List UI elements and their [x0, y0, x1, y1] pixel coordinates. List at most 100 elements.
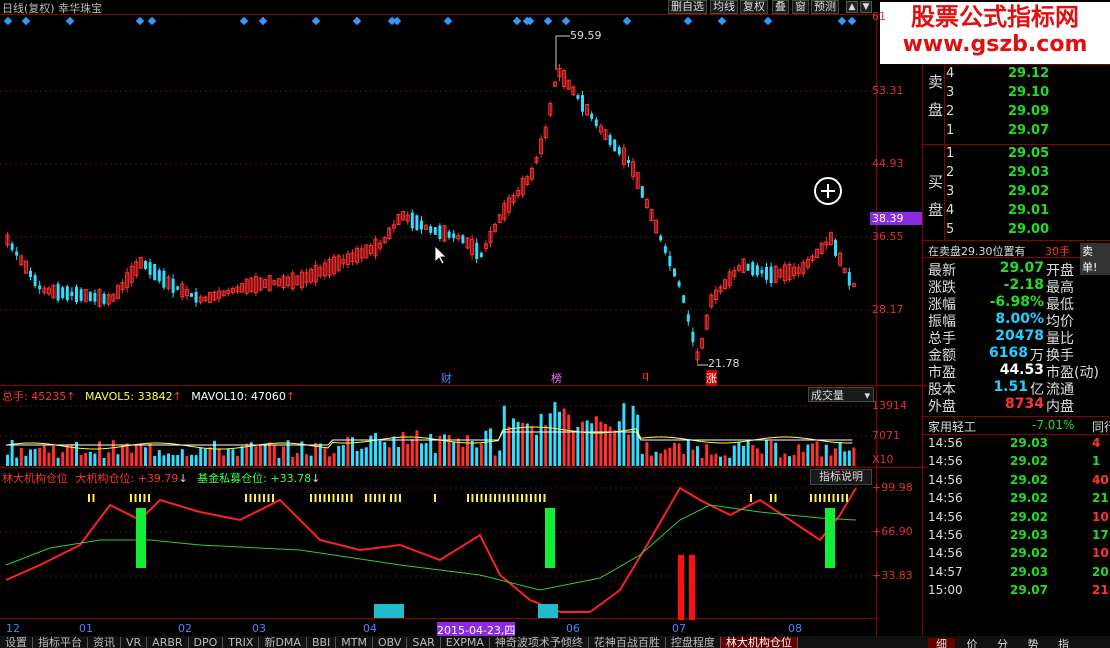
bottom-tab[interactable]: VR: [121, 637, 148, 648]
indicator-tick: +33.83: [872, 569, 913, 582]
tick-volume: 218: [1092, 583, 1110, 598]
order-book-row[interactable]: 3 29.10: [946, 85, 1106, 100]
tick-price: 29.03: [1010, 564, 1048, 579]
ma-button[interactable]: 均线: [710, 0, 738, 14]
bottom-tab[interactable]: 控盘程度: [666, 637, 721, 648]
current-price-tag: 38.39: [870, 212, 922, 225]
tab-detail[interactable]: 细: [928, 638, 955, 648]
time-tick: 04: [363, 622, 377, 635]
tick-price: 29.02: [1010, 509, 1048, 524]
bottom-tab[interactable]: ARBR: [147, 637, 189, 648]
order-note-qty: 30手: [1045, 245, 1070, 258]
quote-value: 29.07: [999, 260, 1044, 276]
bottom-tab[interactable]: TRIX: [223, 637, 260, 648]
time-tick: 01: [79, 622, 93, 635]
tick-price: 29.02: [1010, 546, 1048, 561]
tick-time: 14:57: [928, 564, 963, 579]
bottom-tab[interactable]: 林大机构仓位: [720, 637, 798, 648]
order-book-row[interactable]: 2 29.03: [946, 165, 1106, 180]
title-bar: 日线(复权) 幸华珠宝 删自选 均线 复权 叠 窗 预测 ▲ ▼: [0, 0, 876, 15]
chart-title: 日线(复权) 幸华珠宝: [2, 2, 103, 15]
order-book-row[interactable]: 3 29.02: [946, 184, 1106, 199]
tick-price: 29.02: [1010, 454, 1048, 469]
quote-value: -6.98%: [989, 294, 1044, 310]
event-label-q[interactable]: q: [642, 369, 649, 382]
bottom-tab[interactable]: 花神百战百胜: [589, 637, 666, 648]
event-label-limit-up[interactable]: 涨: [706, 370, 717, 386]
forecast-button[interactable]: 预测: [811, 0, 839, 14]
bottom-tab[interactable]: 新DMA: [259, 637, 307, 648]
volume-header: 总手: 45235↑ MAVOL5: 33842↑ MAVOL10: 47060…: [2, 390, 296, 403]
indicator-select[interactable]: 成交量 ▾: [808, 387, 874, 402]
quote-value: 8.00%: [995, 311, 1044, 327]
tick-row: 14:56 29.02 1: [928, 454, 1110, 468]
overlay-button[interactable]: 叠: [772, 0, 789, 14]
crosshair-icon[interactable]: [814, 177, 842, 205]
indicator-header: 林大机构仓位 大机构仓位: +39.79↓ 基金私募仓位: +33.78↓: [2, 472, 321, 485]
level-number: 4: [946, 203, 955, 218]
tick-row: 14:56 29.02 40: [928, 473, 1110, 487]
bottom-tab[interactable]: SAR: [407, 637, 441, 648]
scroll-up-icon[interactable]: ▲: [846, 1, 858, 13]
industry-name: 家用轻工: [928, 420, 977, 434]
order-price: 29.12: [1008, 66, 1050, 81]
time-tick: 02: [178, 622, 192, 635]
tab-index[interactable]: 指: [1050, 638, 1077, 648]
quote-value: 8734: [1005, 396, 1044, 412]
level-number: 1: [946, 123, 955, 138]
bottom-tab[interactable]: DPO: [189, 637, 224, 648]
institution-label: 大机构仓位:: [75, 472, 135, 485]
indicator-title: 林大机构仓位: [2, 472, 68, 485]
bottom-tab[interactable]: 设置: [0, 637, 33, 648]
remove-watchlist-button[interactable]: 删自选: [668, 0, 707, 14]
volume-tick: 7071: [872, 429, 900, 442]
order-price: 29.02: [1008, 184, 1050, 199]
indicator-help-button[interactable]: 指标说明: [810, 469, 872, 485]
chart-area[interactable]: [0, 0, 928, 636]
bottom-tab[interactable]: OBV: [373, 637, 408, 648]
bottom-tab-bar: 设置 指标平台 资讯 VR ARBR DPO TRIX 新DMA BBI MTM OBV SAR EXP…: [0, 636, 928, 648]
tab-minute[interactable]: 分: [989, 638, 1016, 648]
tick-volume: 40: [1092, 472, 1109, 487]
tick-volume: 4: [1092, 436, 1101, 450]
tick-volume: 17: [1092, 528, 1109, 542]
order-price: 29.03: [1008, 165, 1050, 180]
bottom-tab[interactable]: BBI: [307, 637, 337, 648]
order-price: 29.01: [1008, 203, 1050, 218]
level-number: 3: [946, 85, 955, 100]
institution-value: +39.79: [137, 472, 179, 485]
tick-row: 14:56 29.03 17: [928, 528, 1110, 542]
order-price: 29.10: [1008, 85, 1050, 100]
bottom-tab[interactable]: MTM: [336, 637, 373, 648]
industry-row[interactable]: 家用轻工 -7.01% 同行: [928, 418, 1110, 435]
level-number: 5: [946, 222, 955, 237]
order-book-row[interactable]: 1 29.05: [946, 146, 1106, 161]
indicator-tick: +99.98: [872, 481, 913, 494]
mavol10-label: MAVOL10:: [191, 390, 248, 403]
tab-price[interactable]: 价: [959, 638, 986, 648]
price-tick: 36.55: [872, 230, 904, 243]
indicator-lines: [5, 486, 857, 620]
price-tick: 44.93: [872, 157, 904, 170]
tick-volume: 1: [1092, 454, 1101, 469]
restore-rights-button[interactable]: 复权: [740, 0, 768, 14]
order-book-row[interactable]: 2 29.09: [946, 104, 1106, 119]
order-note-text: 在卖盘29.30位置有: [928, 245, 1026, 258]
tab-trend[interactable]: 势: [1020, 638, 1047, 648]
order-book-row[interactable]: 4 29.12: [946, 66, 1106, 81]
total-volume-value: 45235: [31, 390, 67, 403]
event-label-rank[interactable]: 榜: [551, 370, 562, 386]
bottom-tab[interactable]: EXPMA: [441, 637, 490, 648]
total-volume-label: 总手:: [2, 390, 28, 403]
volume-tick: 13914: [872, 399, 907, 412]
bottom-tab[interactable]: 指标平台: [33, 637, 88, 648]
fund-label: 基金私募仓位:: [197, 472, 267, 485]
bottom-tab[interactable]: 神奇波项术予倾终: [490, 637, 589, 648]
order-book-row[interactable]: 1 29.07: [946, 123, 1106, 138]
bottom-tab[interactable]: 资讯: [88, 637, 121, 648]
order-book-row[interactable]: 5 29.00: [946, 222, 1106, 237]
window-button[interactable]: 窗: [792, 0, 809, 14]
event-label-finance[interactable]: 财: [441, 370, 452, 386]
order-book-row[interactable]: 4 29.01: [946, 203, 1106, 218]
tick-volume: 10: [1092, 546, 1109, 561]
